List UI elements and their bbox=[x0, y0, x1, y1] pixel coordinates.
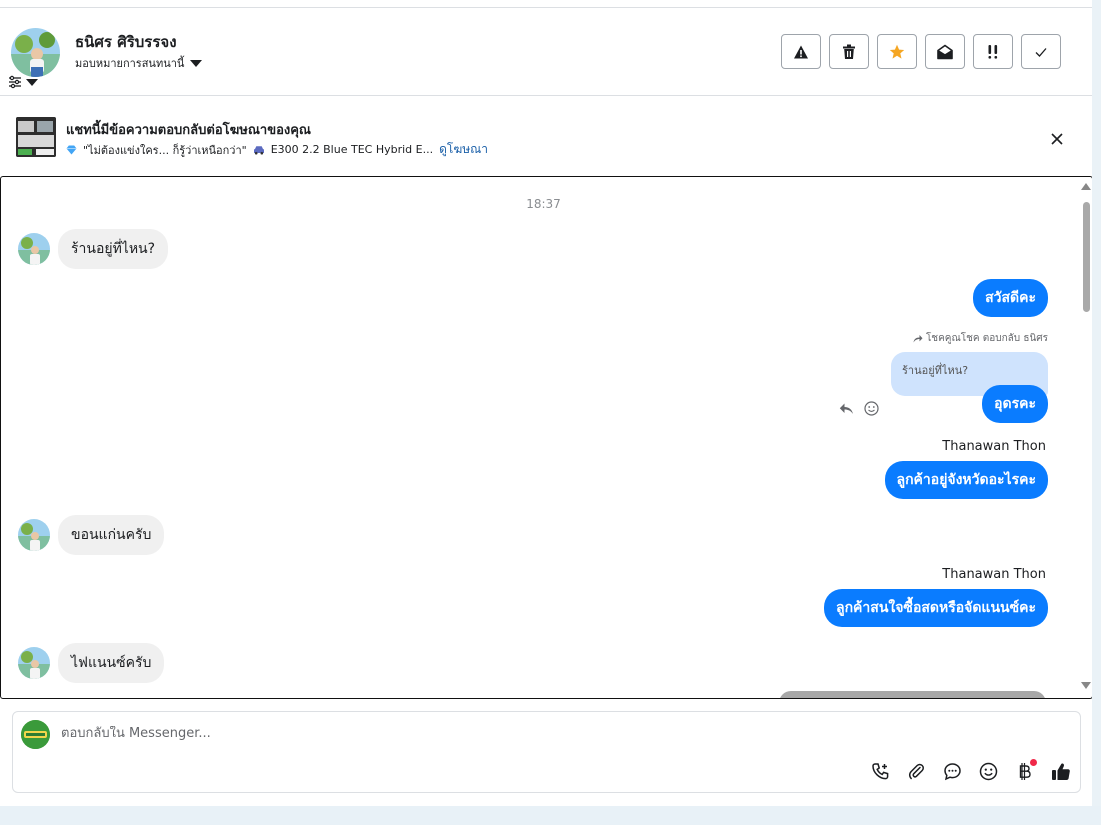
ad-thumbnail[interactable] bbox=[16, 117, 56, 157]
reply-input[interactable] bbox=[61, 726, 961, 741]
baht-icon bbox=[1019, 763, 1031, 780]
assign-label: มอบหมายการสนทนานี้ bbox=[75, 57, 185, 70]
ad-model: E300 2.2 Blue TEC Hybrid E... bbox=[270, 143, 434, 156]
conversation-header: ธนิศร ศิริบรรจง มอบหมายการสนทนานี้ bbox=[0, 8, 1092, 96]
sender-name: Thanawan Thon bbox=[942, 567, 1046, 582]
like-button[interactable] bbox=[1048, 759, 1073, 784]
contact-avatar[interactable] bbox=[11, 28, 60, 77]
outgoing-message[interactable]: ลูกค้าอยู่จังหวัดอะไรคะ bbox=[884, 461, 1048, 499]
trash-icon bbox=[843, 44, 855, 59]
page-avatar bbox=[21, 720, 50, 749]
composer-tools bbox=[868, 759, 1073, 784]
contact-name[interactable]: ธนิศร ศิริบรรจง bbox=[75, 30, 177, 54]
attach-button[interactable] bbox=[904, 759, 929, 784]
call-button[interactable] bbox=[868, 759, 893, 784]
warning-icon bbox=[794, 45, 808, 58]
react-emoji-icon[interactable] bbox=[864, 401, 879, 416]
saved-replies-button[interactable] bbox=[940, 759, 965, 784]
thumbs-up-icon bbox=[1051, 763, 1070, 780]
sliders-icon bbox=[9, 75, 21, 89]
scroll-thumb[interactable] bbox=[1083, 202, 1090, 312]
done-button[interactable] bbox=[1021, 34, 1061, 69]
ad-banner-title: แชทนี้มีข้อความตอบกลับต่อโฆษณาของคุณ bbox=[66, 123, 311, 138]
emoji-button[interactable] bbox=[976, 759, 1001, 784]
notification-dot bbox=[1030, 759, 1037, 766]
paperclip-icon bbox=[908, 763, 924, 780]
message-bubble[interactable]: ไฟแนนซ์ครับ bbox=[58, 643, 165, 683]
chevron-down-icon bbox=[26, 78, 38, 86]
close-icon bbox=[1051, 133, 1063, 145]
conversation-actions bbox=[781, 34, 1061, 69]
double-exclamation-icon bbox=[988, 44, 998, 59]
filter-toggle[interactable] bbox=[8, 74, 46, 90]
check-icon bbox=[1035, 47, 1047, 57]
right-edge-strip bbox=[1092, 0, 1101, 806]
assign-dropdown[interactable]: มอบหมายการสนทนานี้ bbox=[75, 54, 203, 72]
message-bubble[interactable]: ขอนแก่นครับ bbox=[58, 515, 165, 555]
chat-bubble-icon bbox=[944, 763, 961, 781]
message-thread: 18:37 ร้านอยู่ที่ไหน? สวัสดีคะ โชคคูณโชค… bbox=[0, 176, 1093, 699]
sender-avatar[interactable] bbox=[18, 233, 50, 265]
close-ad-banner-button[interactable] bbox=[1048, 130, 1066, 148]
message-composer bbox=[12, 711, 1081, 793]
reply-meta-text: โชคคูณโชค ตอบกลับ ธนิศร bbox=[925, 333, 1048, 344]
phone-plus-icon bbox=[872, 763, 889, 780]
sender-name: Thanawan Thon bbox=[942, 439, 1046, 454]
outgoing-message[interactable]: ลูกค้าสนใจซื้อสดหรือจัดแนนซ์คะ bbox=[824, 589, 1048, 627]
star-button[interactable] bbox=[877, 34, 917, 69]
view-ad-link[interactable]: ดูโฆษณา bbox=[439, 140, 488, 159]
follow-up-button[interactable] bbox=[973, 34, 1013, 69]
mark-unread-button[interactable] bbox=[925, 34, 965, 69]
incoming-message: ไฟแนนซ์ครับ bbox=[18, 643, 165, 683]
envelope-open-icon bbox=[937, 44, 953, 59]
outgoing-message[interactable]: สวัสดีคะ bbox=[973, 279, 1048, 317]
ad-banner-details: "ไม่ต้องแข่งใคร... ก็รู้ว่าเหนือกว่า" E3… bbox=[66, 140, 488, 159]
reply-indicator: โชคคูณโชค ตอบกลับ ธนิศร bbox=[913, 331, 1048, 346]
car-icon bbox=[253, 145, 264, 154]
scroll-down-arrow[interactable] bbox=[1081, 682, 1091, 689]
message-bubble[interactable]: ร้านอยู่ที่ไหน? bbox=[58, 229, 169, 269]
conversation-panel: ธนิศร ศิริบรรจง มอบหมายการสนทนานี้ แชทนี… bbox=[0, 0, 1093, 806]
message-hover-tools bbox=[839, 401, 879, 416]
ad-reply-banner: แชทนี้มีข้อความตอบกลับต่อโฆษณาของคุณ "ไม… bbox=[0, 97, 1092, 176]
reply-icon[interactable] bbox=[839, 402, 854, 415]
incoming-message: ร้านอยู่ที่ไหน? bbox=[18, 229, 169, 269]
payment-button[interactable] bbox=[1012, 759, 1037, 784]
scroll-up-arrow[interactable] bbox=[1081, 183, 1091, 190]
reply-arrow-icon bbox=[913, 335, 923, 343]
outgoing-message[interactable]: อุดรคะ bbox=[982, 385, 1048, 423]
ad-text: "ไม่ต้องแข่งใคร... ก็รู้ว่าเหนือกว่า" bbox=[83, 143, 247, 157]
chevron-down-icon bbox=[190, 59, 203, 67]
sender-avatar[interactable] bbox=[18, 647, 50, 679]
thread-scrollbar[interactable] bbox=[1080, 181, 1092, 694]
emoji-icon bbox=[979, 762, 998, 781]
diamond-icon bbox=[66, 145, 77, 154]
message-timestamp: 18:37 bbox=[526, 197, 561, 211]
incoming-message: ขอนแก่นครับ bbox=[18, 515, 165, 555]
star-icon bbox=[889, 44, 905, 59]
delete-button[interactable] bbox=[829, 34, 869, 69]
report-button[interactable] bbox=[781, 34, 821, 69]
partial-message-bubble bbox=[779, 691, 1046, 698]
sender-avatar[interactable] bbox=[18, 519, 50, 551]
